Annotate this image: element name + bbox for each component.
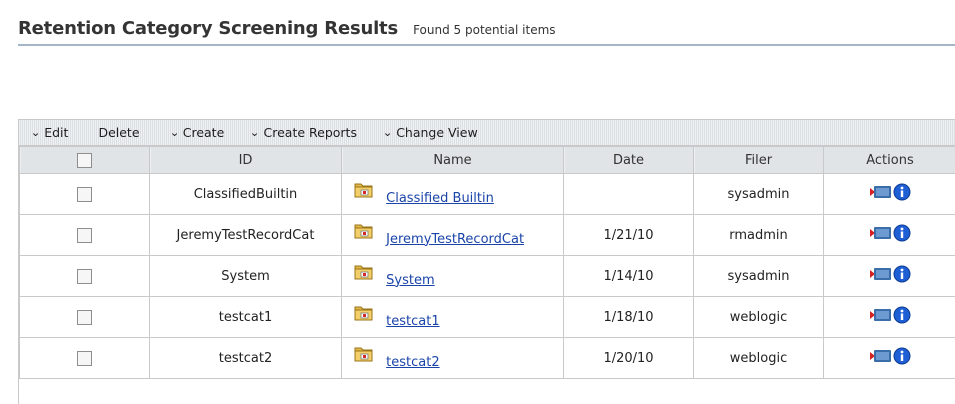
delete-button[interactable]: Delete [98, 125, 139, 140]
folder-icon [354, 222, 374, 243]
row-id: testcat1 [150, 297, 342, 338]
row-checkbox[interactable] [77, 269, 92, 284]
row-select-cell [20, 297, 150, 338]
info-icon[interactable] [893, 265, 911, 287]
row-select-cell [20, 256, 150, 297]
create-menu[interactable]: ⌄ Create [170, 125, 225, 140]
column-header-id[interactable]: ID [150, 147, 342, 174]
row-name-cell: Classified Builtin [342, 174, 564, 215]
row-name-link[interactable]: System [386, 273, 434, 288]
results-toolbar: ⌄ Edit Delete ⌄ Create ⌄ Create Reports … [19, 120, 955, 146]
row-select-cell [20, 338, 150, 379]
page-header: Retention Category Screening Results Fou… [18, 18, 955, 39]
row-id: ClassifiedBuiltin [150, 174, 342, 215]
row-filer: rmadmin [694, 215, 824, 256]
row-filer: weblogic [694, 338, 824, 379]
column-header-name[interactable]: Name [342, 147, 564, 174]
row-name-link[interactable]: Classified Builtin [386, 191, 494, 206]
row-id: System [150, 256, 342, 297]
folder-icon [354, 181, 374, 202]
folder-icon [354, 345, 374, 366]
table-row: JeremyTestRecordCat JeremyTestRecordCat … [20, 215, 955, 256]
row-name-cell: testcat2 [342, 338, 564, 379]
edit-menu[interactable]: ⌄ Edit [31, 125, 68, 140]
action-menu-icon[interactable] [870, 307, 892, 327]
row-name-link[interactable]: testcat1 [386, 314, 439, 329]
results-table: ID Name Date Filer Actions ClassifiedBui… [19, 146, 955, 379]
results-panel: ⌄ Edit Delete ⌄ Create ⌄ Create Reports … [18, 119, 955, 404]
results-count: Found 5 potential items [413, 23, 555, 37]
column-header-filer[interactable]: Filer [694, 147, 824, 174]
change-view-menu-label: Change View [396, 125, 478, 140]
info-icon[interactable] [893, 306, 911, 328]
table-row: testcat1 testcat1 1/18/10 weblogic [20, 297, 955, 338]
row-select-cell [20, 174, 150, 215]
header-divider [18, 44, 955, 46]
row-actions-cell [824, 297, 955, 338]
action-menu-icon[interactable] [870, 225, 892, 245]
chevron-down-icon: ⌄ [169, 126, 179, 139]
column-header-actions: Actions [824, 147, 955, 174]
chevron-down-icon: ⌄ [250, 126, 260, 139]
row-actions-cell [824, 256, 955, 297]
table-row: testcat2 testcat2 1/20/10 weblogic [20, 338, 955, 379]
action-menu-icon[interactable] [870, 348, 892, 368]
folder-icon [354, 263, 374, 284]
page-title: Retention Category Screening Results [18, 18, 398, 39]
row-actions-cell [824, 338, 955, 379]
row-select-cell [20, 215, 150, 256]
column-header-date[interactable]: Date [564, 147, 694, 174]
row-actions-cell [824, 215, 955, 256]
table-row: ClassifiedBuiltin Classified Builtin sys… [20, 174, 955, 215]
row-date: 1/18/10 [564, 297, 694, 338]
info-icon[interactable] [893, 183, 911, 205]
folder-icon [354, 304, 374, 325]
row-name-link[interactable]: testcat2 [386, 355, 439, 370]
row-filer: sysadmin [694, 174, 824, 215]
chevron-down-icon: ⌄ [383, 126, 393, 139]
row-id: testcat2 [150, 338, 342, 379]
row-date [564, 174, 694, 215]
create-reports-menu-label: Create Reports [264, 125, 357, 140]
row-checkbox[interactable] [77, 228, 92, 243]
row-date: 1/20/10 [564, 338, 694, 379]
row-actions-cell [824, 174, 955, 215]
table-header-row: ID Name Date Filer Actions [20, 147, 955, 174]
row-id: JeremyTestRecordCat [150, 215, 342, 256]
select-all-header [20, 147, 150, 174]
change-view-menu[interactable]: ⌄ Change View [383, 125, 478, 140]
info-icon[interactable] [893, 224, 911, 246]
row-name-cell: System [342, 256, 564, 297]
row-checkbox[interactable] [77, 187, 92, 202]
table-row: System System 1/14/10 sysadmin [20, 256, 955, 297]
row-name-cell: JeremyTestRecordCat [342, 215, 564, 256]
chevron-down-icon: ⌄ [31, 126, 41, 139]
row-checkbox[interactable] [77, 310, 92, 325]
action-menu-icon[interactable] [870, 184, 892, 204]
create-reports-menu[interactable]: ⌄ Create Reports [250, 125, 357, 140]
row-name-cell: testcat1 [342, 297, 564, 338]
row-filer: weblogic [694, 297, 824, 338]
row-checkbox[interactable] [77, 351, 92, 366]
delete-button-label: Delete [98, 125, 139, 140]
info-icon[interactable] [893, 347, 911, 369]
action-menu-icon[interactable] [870, 266, 892, 286]
edit-menu-label: Edit [44, 125, 68, 140]
row-filer: sysadmin [694, 256, 824, 297]
row-date: 1/21/10 [564, 215, 694, 256]
row-date: 1/14/10 [564, 256, 694, 297]
select-all-checkbox[interactable] [77, 153, 92, 168]
create-menu-label: Create [183, 125, 225, 140]
row-name-link[interactable]: JeremyTestRecordCat [386, 232, 524, 247]
